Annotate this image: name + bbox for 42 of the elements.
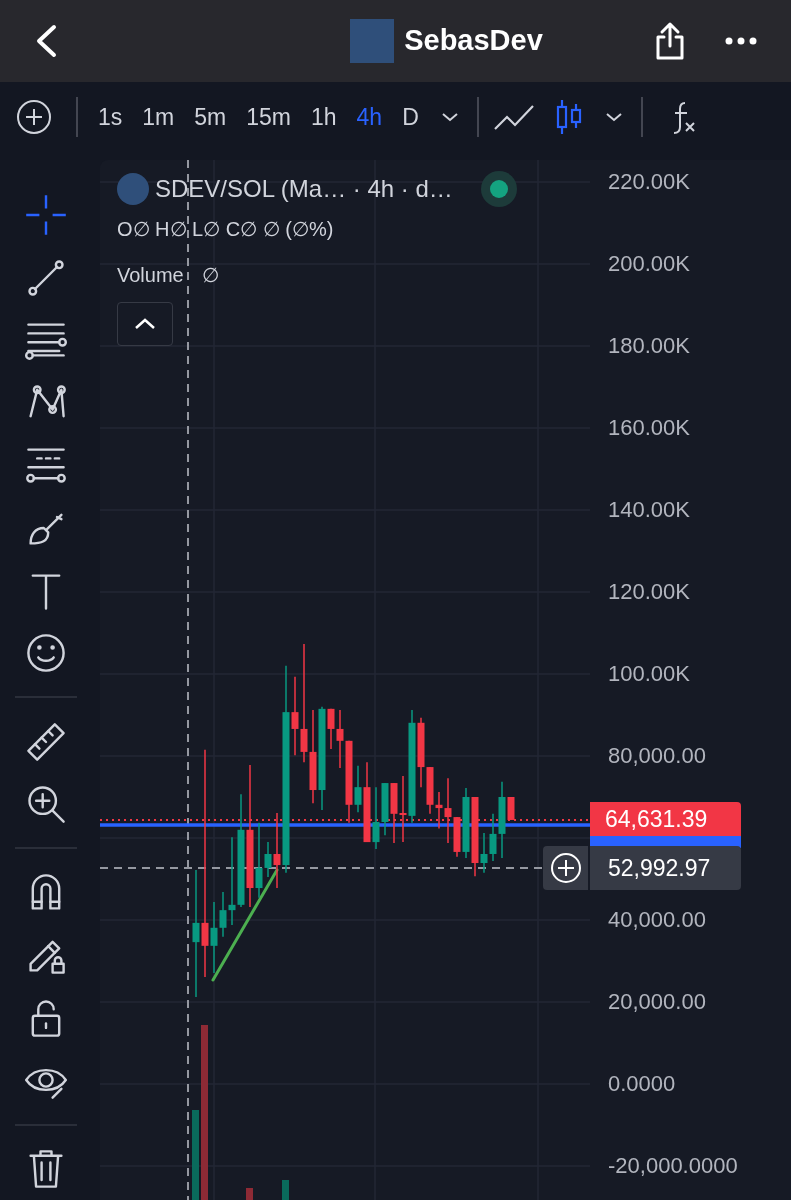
chevron-down-icon[interactable] [440,112,459,122]
interval-tab[interactable]: 1s [90,99,131,135]
volume-value: ∅ [201,263,219,288]
interval-tab[interactable]: 15m [238,99,299,135]
symbol-title[interactable]: SDEV/SOL (Ma… · 4h · d… [155,171,453,207]
interval-tab[interactable]: 4h [348,99,391,135]
status-indicator [480,171,517,207]
price-axis-label: 160.00K [608,415,690,441]
price-axis-label: 220.00K [608,169,690,195]
interval-tab[interactable]: D [394,99,427,135]
line-chart-icon[interactable] [492,103,535,131]
caret-up-icon [134,318,156,330]
page-title: SebasDev [404,23,543,59]
volume-label: Volume [117,263,184,288]
crosshair-tool-icon[interactable] [24,193,68,238]
add-alert-button[interactable] [543,846,588,890]
interval-tab[interactable]: 1h [302,99,345,135]
chevron-down-icon[interactable] [604,112,623,122]
ohlc-values: O∅ H∅ L∅ C∅ ∅ (∅%) [117,217,335,242]
last-price-tag: 64,631.39 [590,802,741,836]
price-axis-label: 80,000.00 [608,743,706,769]
price-axis-label: 140.00K [608,497,690,523]
price-axis-label: 120.00K [608,579,690,605]
add-icon [549,852,582,884]
price-axis-label: 180.00K [608,333,690,359]
share-icon[interactable] [655,21,685,61]
crosshair-price-tag: 52,992.97 [590,846,741,890]
interval-tab[interactable]: 5m [186,99,235,135]
interval-tab[interactable]: 1m [134,99,183,135]
price-axis-label: 200.00K [608,251,690,277]
candlestick-icon[interactable] [554,99,583,135]
price-axis-label: -20,000.0000 [608,1153,738,1179]
price-axis-label: 40,000.00 [608,907,706,933]
price-axis-label: 20,000.00 [608,989,706,1015]
add-icon[interactable] [16,99,52,135]
price-axis-label: 100.00K [608,661,690,687]
symbol-image [117,173,149,205]
back-icon[interactable] [34,24,58,58]
more-icon[interactable] [725,37,757,45]
price-axis-label: 0.0000 [608,1071,676,1097]
avatar-image [350,19,395,63]
collapse-button[interactable] [117,302,173,346]
